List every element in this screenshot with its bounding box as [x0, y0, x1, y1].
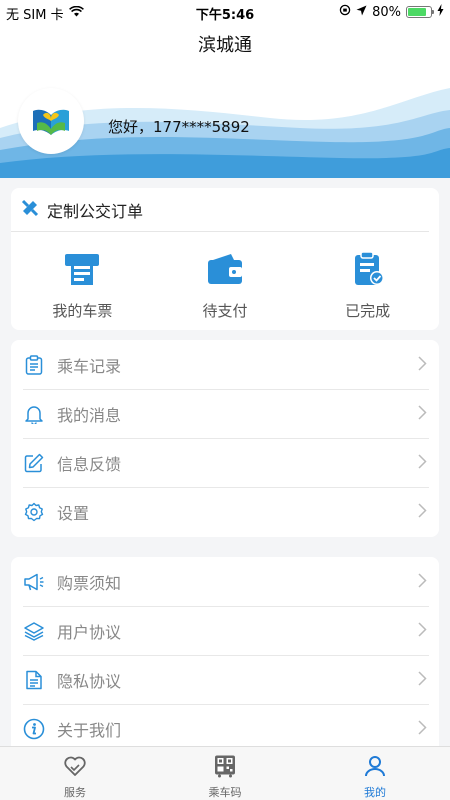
battery-percent: 80% [372, 4, 401, 20]
tab-mine-label: 我的 [364, 786, 386, 799]
settings-item[interactable]: 设置 [11, 487, 439, 536]
my-messages-label: 我的消息 [57, 405, 122, 425]
page-title: 滨城通 [0, 24, 450, 68]
location-icon [356, 5, 367, 20]
completed-label: 已完成 [345, 302, 391, 320]
chevron-right-icon [418, 405, 427, 424]
order-card-title: 定制公交订单 [47, 201, 144, 221]
user-icon [363, 754, 387, 782]
completed-button[interactable]: 已完成 [308, 251, 428, 321]
greeting-text: 您好，177****5892 [108, 118, 250, 136]
order-card-header: 定制公交订单 [11, 188, 429, 232]
privacy-policy-label: 隐私协议 [57, 671, 122, 691]
chevron-right-icon [418, 671, 427, 690]
menu-group-account: 乘车记录 我的消息 信息反馈 设置 [11, 340, 439, 537]
megaphone-icon [23, 571, 45, 593]
feedback-label: 信息反馈 [57, 454, 122, 474]
heart-icon [63, 754, 87, 782]
bus-qr-icon [213, 754, 237, 782]
user-agreement-item[interactable]: 用户协议 [11, 606, 439, 655]
privacy-policy-item[interactable]: 隐私协议 [11, 655, 439, 704]
battery-icon [406, 6, 434, 18]
tab-services-label: 服务 [64, 786, 86, 799]
status-right: 80% [339, 4, 444, 20]
bottom-tab-bar: 服务 乘车码 我的 [0, 746, 450, 800]
app-logo-icon [33, 109, 69, 135]
custom-bus-order-card: 定制公交订单 我的车票 待支付 已完成 [11, 188, 439, 330]
chevron-right-icon [418, 503, 427, 522]
profile-banner: 您好，177****5892 [0, 68, 450, 178]
wallet-icon [207, 252, 243, 290]
my-tickets-label: 我的车票 [52, 302, 113, 320]
status-bar: 无 SIM 卡 下午5:46 80% [0, 0, 450, 24]
chevron-right-icon [418, 720, 427, 739]
my-messages-item[interactable]: 我的消息 [11, 389, 439, 438]
tab-services[interactable]: 服务 [0, 747, 150, 800]
ticket-icon [64, 252, 100, 290]
feedback-item[interactable]: 信息反馈 [11, 438, 439, 487]
charging-icon [437, 4, 444, 20]
ride-records-label: 乘车记录 [57, 356, 122, 376]
chevron-right-icon [418, 573, 427, 592]
my-tickets-button[interactable]: 我的车票 [22, 252, 142, 321]
tab-ride-code[interactable]: 乘车码 [150, 747, 300, 800]
gear-icon [23, 501, 45, 523]
orientation-lock-icon [339, 4, 351, 20]
about-us-label: 关于我们 [57, 720, 122, 740]
pending-payment-button[interactable]: 待支付 [165, 252, 285, 321]
tab-mine[interactable]: 我的 [300, 747, 450, 800]
info-icon [23, 718, 45, 740]
ticket-notice-label: 购票须知 [57, 573, 122, 593]
pending-payment-label: 待支付 [202, 302, 248, 320]
clipboard-check-icon [350, 251, 386, 290]
bell-icon [23, 403, 45, 425]
chevron-right-icon [418, 454, 427, 473]
tab-ride-code-label: 乘车码 [208, 786, 242, 799]
layers-icon [23, 620, 45, 642]
ride-records-item[interactable]: 乘车记录 [11, 340, 439, 389]
clipboard-icon [23, 354, 45, 376]
chevron-right-icon [418, 356, 427, 375]
ticket-notice-item[interactable]: 购票须知 [11, 557, 439, 606]
menu-group-info: 购票须知 用户协议 隐私协议 关于我们 [11, 557, 439, 753]
ruler-pencil-icon [21, 199, 39, 221]
settings-label: 设置 [57, 503, 90, 523]
user-agreement-label: 用户协议 [57, 622, 122, 642]
chevron-right-icon [418, 622, 427, 641]
document-icon [23, 669, 45, 691]
avatar[interactable] [18, 88, 84, 154]
edit-icon [23, 452, 45, 474]
